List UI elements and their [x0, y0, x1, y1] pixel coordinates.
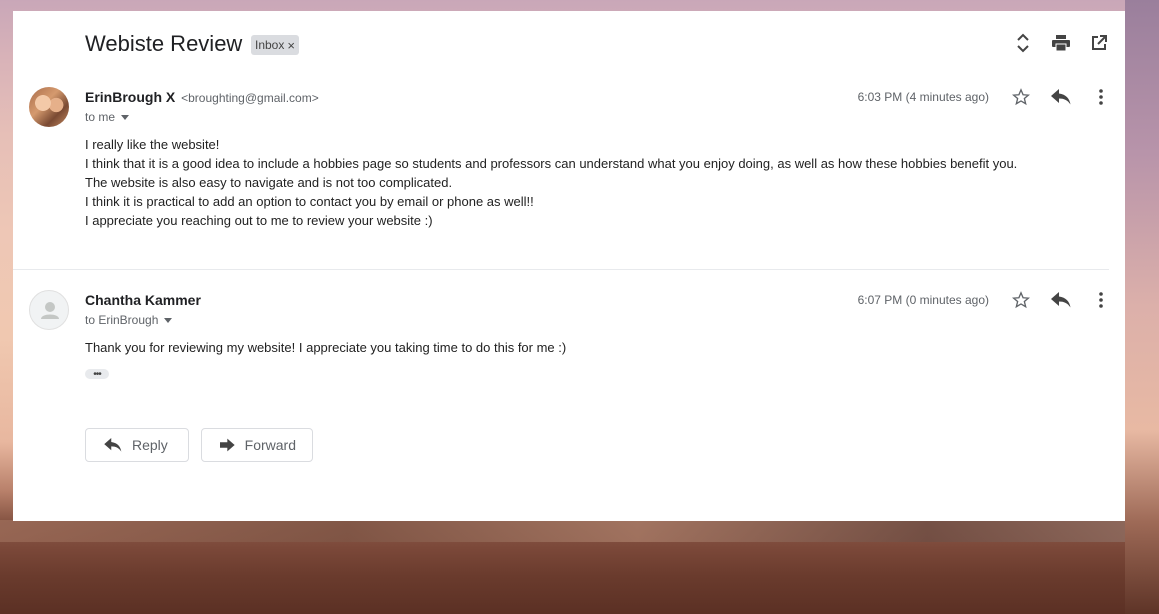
reply-icon [104, 438, 122, 452]
more-vert-icon[interactable] [1091, 290, 1111, 310]
inbox-label-chip[interactable]: Inbox × [251, 35, 299, 55]
label-text: Inbox [255, 38, 285, 52]
reply-icon[interactable] [1051, 290, 1071, 310]
desert-background [0, 520, 1159, 614]
recipient-text: to me [85, 110, 116, 124]
sender-name: ErinBrough X <broughting@gmail.com> [85, 89, 319, 105]
message-actions [1011, 290, 1111, 310]
message-actions [1011, 87, 1111, 107]
arrow-drop-down-icon[interactable] [121, 114, 130, 120]
recipient-line[interactable]: to ErinBrough [85, 313, 173, 327]
message-body: I really like the website! I think that … [85, 135, 1017, 230]
expand-collapse-icon[interactable] [1013, 33, 1033, 53]
show-trimmed-content-button[interactable]: ••• [85, 369, 109, 380]
message-time: 6:07 PM (0 minutes ago) [857, 293, 989, 307]
thread-subject: Webiste Review [85, 31, 243, 56]
body-line: I think it is practical to add an option… [85, 194, 534, 209]
forward-button[interactable]: Forward [201, 428, 313, 462]
body-line: The website is also easy to navigate and… [85, 175, 453, 190]
remove-label-icon[interactable]: × [287, 38, 295, 53]
default-avatar-icon [29, 290, 69, 330]
body-line: I think that it is a good idea to includ… [85, 156, 1018, 171]
forward-icon [220, 438, 235, 452]
print-icon[interactable] [1051, 33, 1071, 53]
message-divider [13, 269, 1109, 270]
reply-button[interactable]: Reply [85, 428, 189, 462]
recipient-line[interactable]: to me [85, 110, 130, 124]
open-in-new-window-icon[interactable] [1089, 33, 1109, 53]
reply-label: Reply [132, 437, 168, 453]
body-line: I really like the website! [85, 137, 220, 152]
sender-name-text: ErinBrough X [85, 89, 176, 105]
message-body: Thank you for reviewing my website! I ap… [85, 338, 566, 357]
sender-email: <broughting@gmail.com> [181, 91, 319, 105]
star-icon[interactable] [1011, 87, 1031, 107]
star-icon[interactable] [1011, 290, 1031, 310]
sender-avatar [29, 87, 69, 127]
reply-icon[interactable] [1051, 87, 1071, 107]
email-thread-card: Webiste Review Inbox × ErinBrough X <bro… [13, 11, 1125, 521]
background-strip [1125, 0, 1159, 614]
body-line: Thank you for reviewing my website! I ap… [85, 340, 567, 355]
thread-toolbar [1013, 33, 1109, 53]
message-time: 6:03 PM (4 minutes ago) [857, 90, 989, 104]
more-vert-icon[interactable] [1091, 87, 1111, 107]
arrow-drop-down-icon[interactable] [164, 317, 173, 323]
recipient-text: to ErinBrough [85, 313, 159, 327]
body-line: I appreciate you reaching out to me to r… [85, 213, 433, 228]
forward-label: Forward [244, 437, 296, 453]
sender-name: Chantha Kammer [85, 292, 201, 308]
